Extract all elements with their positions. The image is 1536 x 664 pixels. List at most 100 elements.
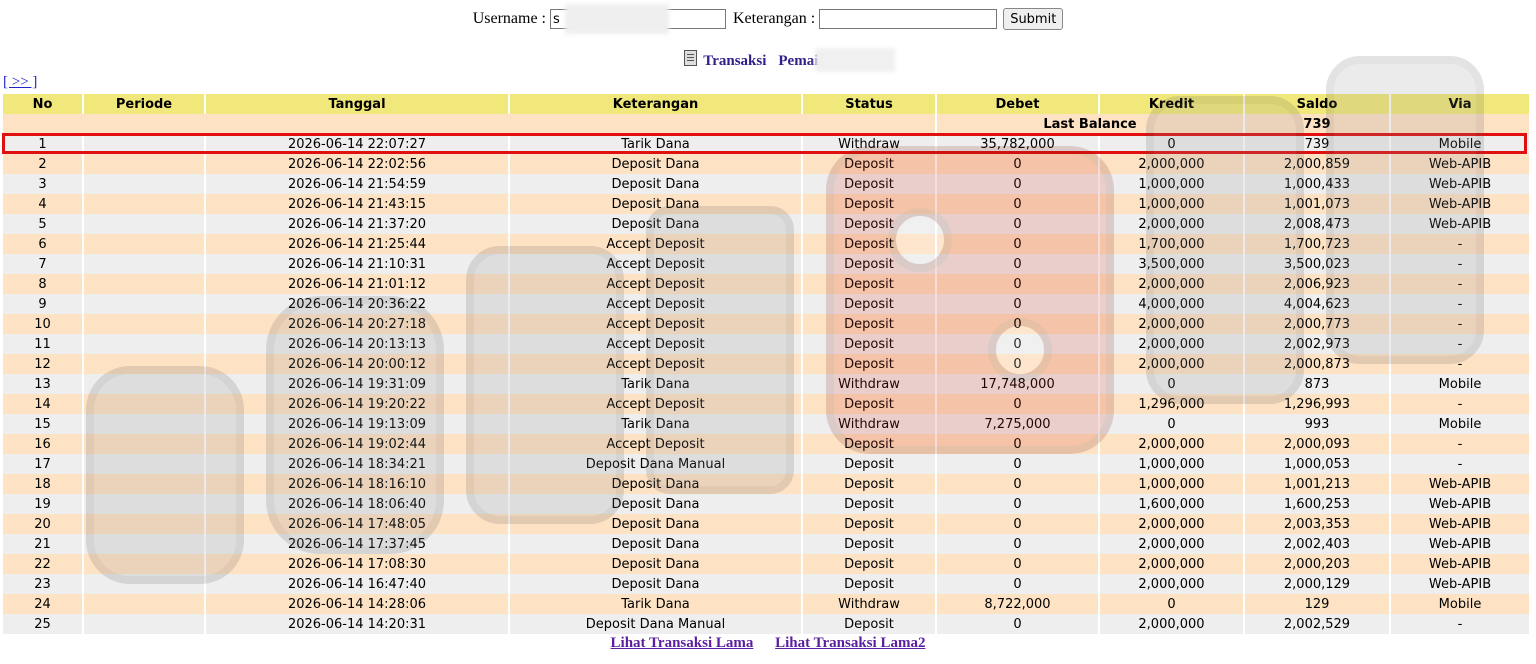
cell-status: Deposit [803, 294, 935, 314]
column-header-periode: Periode [84, 94, 204, 114]
cell-via: - [1391, 434, 1529, 454]
keterangan-input[interactable] [819, 9, 998, 29]
cell-periode [84, 534, 204, 554]
cell-saldo: 2,000,773 [1245, 314, 1389, 334]
cell-tanggal: 2026-06-14 14:20:31 [206, 614, 508, 634]
cell-saldo: 1,296,993 [1245, 394, 1389, 414]
cell-periode [84, 254, 204, 274]
cell-periode [84, 354, 204, 374]
cell-kredit: 1,000,000 [1100, 474, 1243, 494]
cell-status: Deposit [803, 354, 935, 374]
cell-status: Deposit [803, 254, 935, 274]
cell-via: Web-APIB [1391, 514, 1529, 534]
cell-keterangan: Accept Deposit [510, 294, 801, 314]
cell-tanggal: 2026-06-14 21:54:59 [206, 174, 508, 194]
cell-no: 8 [3, 274, 82, 294]
cell-debet: 0 [937, 354, 1098, 374]
cell-keterangan: Accept Deposit [510, 354, 801, 374]
cell-saldo: 1,600,253 [1245, 494, 1389, 514]
old-transactions-link-2[interactable]: Lihat Transaksi Lama2 [775, 635, 925, 651]
cell-periode [84, 154, 204, 174]
cell-via: Mobile [1391, 374, 1529, 394]
cell-no: 9 [3, 294, 82, 314]
cell-keterangan: Accept Deposit [510, 434, 801, 454]
cell-saldo: 2,000,873 [1245, 354, 1389, 374]
cell-saldo: 2,000,093 [1245, 434, 1389, 454]
cell-periode [84, 594, 204, 614]
cell-saldo: 1,001,213 [1245, 474, 1389, 494]
cell-keterangan: Tarik Dana [510, 374, 801, 394]
cell-no: 18 [3, 474, 82, 494]
cell-status: Deposit [803, 534, 935, 554]
cell-saldo: 1,700,723 [1245, 234, 1389, 254]
column-header-saldo: Saldo [1245, 94, 1389, 114]
table-row: 20 2026-06-14 17:48:05 Deposit Dana Deposit… [3, 514, 1529, 534]
last-balance-value: 739 [1245, 114, 1389, 134]
column-header-status: Status [803, 94, 935, 114]
cell-keterangan: Deposit Dana [510, 554, 801, 574]
table-row: 7 2026-06-14 21:10:31 Accept Deposit Deposi… [3, 254, 1529, 274]
cell-kredit: 2,000,000 [1100, 354, 1243, 374]
cell-no: 4 [3, 194, 82, 214]
cell-kredit: 0 [1100, 594, 1243, 614]
cell-debet: 7,275,000 [937, 414, 1098, 434]
cell-status: Deposit [803, 234, 935, 254]
cell-kredit: 3,500,000 [1100, 254, 1243, 274]
cell-via: Mobile [1391, 594, 1529, 614]
cell-saldo: 2,002,973 [1245, 334, 1389, 354]
table-row: 16 2026-06-14 19:02:44 Accept Deposit Depos… [3, 434, 1529, 454]
cell-keterangan: Deposit Dana Manual [510, 614, 801, 634]
table-row: 8 2026-06-14 21:01:12 Accept Deposit Deposi… [3, 274, 1529, 294]
cell-status: Deposit [803, 334, 935, 354]
cell-periode [84, 374, 204, 394]
cell-via: Web-APIB [1391, 554, 1529, 574]
table-row: 14 2026-06-14 19:20:22 Accept Deposit Depos… [3, 394, 1529, 414]
cell-status: Deposit [803, 314, 935, 334]
cell-kredit: 2,000,000 [1100, 614, 1243, 634]
cell-kredit: 1,000,000 [1100, 454, 1243, 474]
cell-kredit: 0 [1100, 414, 1243, 434]
cell-periode [84, 414, 204, 434]
cell-debet: 0 [937, 574, 1098, 594]
cell-saldo: 2,002,529 [1245, 614, 1389, 634]
cell-via: - [1391, 354, 1529, 374]
cell-tanggal: 2026-06-14 21:10:31 [206, 254, 508, 274]
cell-periode [84, 234, 204, 254]
old-transactions-link[interactable]: Lihat Transaksi Lama [611, 635, 754, 651]
cell-tanggal: 2026-06-14 21:25:44 [206, 234, 508, 254]
next-page-link[interactable]: [ >> ] [3, 74, 37, 91]
cell-saldo: 1,001,073 [1245, 194, 1389, 214]
cell-tanggal: 2026-06-14 20:27:18 [206, 314, 508, 334]
submit-button[interactable]: Submit [1003, 8, 1064, 30]
cell-via: - [1391, 234, 1529, 254]
cell-saldo: 2,000,203 [1245, 554, 1389, 574]
cell-keterangan: Deposit Dana [510, 174, 801, 194]
cell-keterangan: Accept Deposit [510, 334, 801, 354]
cell-debet: 0 [937, 434, 1098, 454]
cell-tanggal: 2026-06-14 22:07:27 [206, 134, 508, 154]
cell-saldo: 2,002,403 [1245, 534, 1389, 554]
cell-tanggal: 2026-06-14 18:16:10 [206, 474, 508, 494]
cell-saldo: 2,000,129 [1245, 574, 1389, 594]
cell-tanggal: 2026-06-14 20:13:13 [206, 334, 508, 354]
cell-periode [84, 334, 204, 354]
table-row: 5 2026-06-14 21:37:20 Deposit Dana Deposit 0… [3, 214, 1529, 234]
cell-no: 7 [3, 254, 82, 274]
cell-debet: 0 [937, 174, 1098, 194]
cell-status: Deposit [803, 494, 935, 514]
cell-keterangan: Deposit Dana [510, 194, 801, 214]
cell-tanggal: 2026-06-14 14:28:06 [206, 594, 508, 614]
cell-kredit: 2,000,000 [1100, 514, 1243, 534]
cell-status: Deposit [803, 174, 935, 194]
cell-debet: 0 [937, 234, 1098, 254]
cell-keterangan: Deposit Dana [510, 154, 801, 174]
cell-no: 22 [3, 554, 82, 574]
cell-keterangan: Deposit Dana [510, 574, 801, 594]
cell-kredit: 1,600,000 [1100, 494, 1243, 514]
username-redaction [565, 4, 669, 34]
cell-via: - [1391, 294, 1529, 314]
cell-keterangan: Deposit Dana [510, 214, 801, 234]
cell-tanggal: 2026-06-14 21:37:20 [206, 214, 508, 234]
cell-keterangan: Deposit Dana [510, 494, 801, 514]
cell-debet: 0 [937, 394, 1098, 414]
